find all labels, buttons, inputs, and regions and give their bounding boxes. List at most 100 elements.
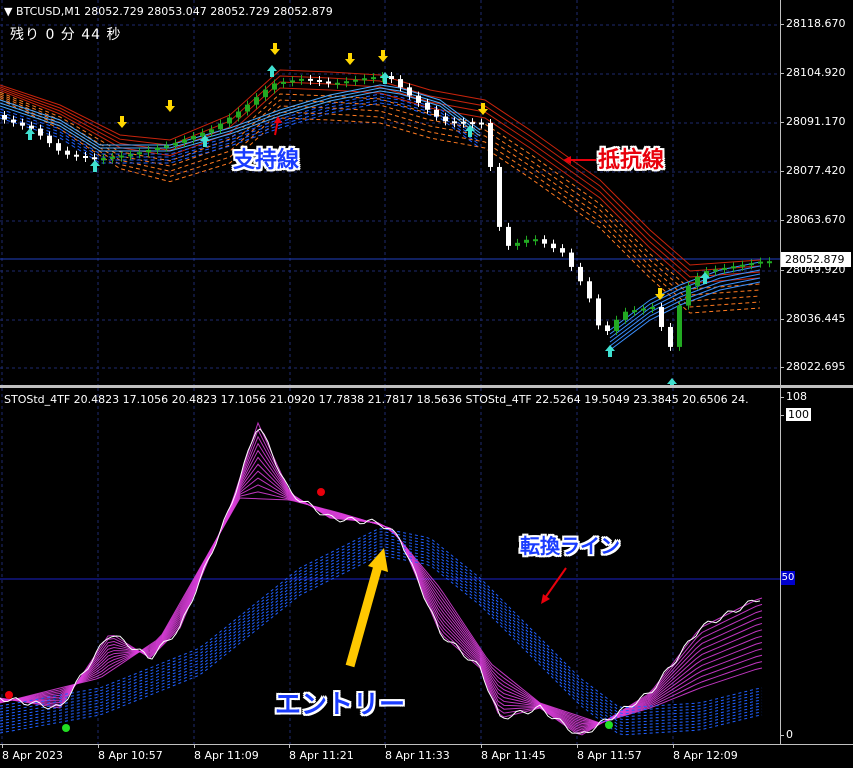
time-axis[interactable]: 8 Apr 2023 8 Apr 10:57 8 Apr 11:09 8 Apr… [0, 744, 853, 768]
candle-body [767, 261, 772, 264]
candle-body [101, 158, 106, 161]
turn-line-pointer-icon [541, 594, 550, 604]
chart-header: ▼ BTCUSD,M1 28052.729 28053.047 28052.72… [4, 5, 333, 18]
candle-body [227, 117, 232, 124]
turn-line-label: 転換ライン [520, 534, 620, 558]
candle-body [299, 78, 304, 81]
time-label: 8 Apr 10:57 [98, 744, 163, 762]
candle-body [128, 154, 133, 157]
resistance-band-line [0, 87, 761, 284]
candle-body [506, 226, 511, 246]
time-label: 8 Apr 2023 [2, 744, 64, 762]
signal-dot [5, 691, 13, 699]
resistance-band-line [0, 98, 761, 314]
down-arrow-signal-icon [117, 116, 127, 128]
candle-body [92, 157, 97, 160]
candle-body [470, 122, 475, 125]
candle-body [740, 264, 745, 267]
candle-body [632, 310, 637, 313]
candle-body [641, 308, 646, 311]
resistance-band-line [0, 97, 761, 308]
candle-body [335, 82, 340, 85]
turn-line-pointer-icon [544, 567, 567, 599]
candle-body [695, 276, 700, 286]
bar-countdown-timer: 残り 0 分 44 秒 [10, 27, 122, 43]
candle-body [650, 307, 655, 310]
price-tick: 28091.170 [780, 115, 846, 128]
candle-body [731, 266, 736, 269]
candle-body [614, 319, 619, 332]
down-arrow-signal-icon [345, 53, 355, 65]
time-label: 8 Apr 12:09 [673, 744, 738, 762]
candle-body [146, 149, 151, 153]
candle-body [308, 78, 313, 81]
candle-body [200, 132, 205, 137]
candle-body [317, 80, 322, 83]
candle-body [623, 311, 628, 320]
support-line-label: 支持線 [233, 148, 300, 173]
price-chart-canvas [0, 0, 780, 385]
support-band-line [609, 281, 761, 351]
candle-body [182, 139, 187, 143]
candle-body [605, 325, 610, 332]
down-arrow-signal-icon [165, 100, 175, 112]
candle-body [677, 305, 682, 347]
candle-body [587, 281, 592, 299]
candle-body [2, 115, 7, 120]
candle-body [290, 80, 295, 83]
down-arrow-signal-icon [270, 43, 280, 55]
candle-body [155, 147, 160, 150]
candle-body [371, 77, 376, 80]
candle-body [38, 128, 43, 136]
candle-body [137, 152, 142, 155]
signal-dot [62, 724, 70, 732]
candle-body [110, 156, 115, 159]
candle-body [443, 116, 448, 122]
candle-body [272, 83, 277, 90]
candle-body [749, 263, 754, 266]
up-arrow-signal-icon [25, 128, 35, 140]
candle-body [722, 267, 727, 270]
up-arrow-signal-icon [667, 378, 677, 385]
up-arrow-signal-icon [380, 72, 390, 84]
candle-body [542, 239, 547, 244]
candle-body [659, 307, 664, 327]
price-axis[interactable]: 28118.670 28104.920 28091.170 28077.420 … [780, 0, 853, 385]
candle-body [209, 129, 214, 133]
candle-body [236, 111, 241, 118]
time-label: 8 Apr 11:21 [289, 744, 354, 762]
candle-body [524, 239, 529, 243]
osc-tick: 108 [780, 390, 807, 403]
candle-body [668, 326, 673, 347]
time-label: 8 Apr 11:57 [577, 744, 642, 762]
candle-body [74, 154, 79, 157]
candle-body [11, 119, 16, 123]
current-price-tag: 28052.879 [781, 252, 851, 267]
oscillator-axis[interactable]: 108 100 0 [780, 388, 853, 744]
candle-body [56, 143, 61, 151]
candle-body [407, 87, 412, 96]
candle-body [461, 121, 466, 124]
osc-tick: 0 [780, 728, 793, 741]
candle-body [164, 145, 169, 148]
candle-body [452, 121, 457, 124]
candle-body [281, 81, 286, 84]
support-band-line [609, 265, 761, 335]
entry-arrow-icon [345, 564, 383, 668]
candle-body [353, 79, 358, 82]
resistance-band-line [0, 81, 761, 278]
time-label: 8 Apr 11:33 [385, 744, 450, 762]
price-tick: 28104.920 [780, 66, 846, 79]
support-band-line [609, 269, 761, 339]
price-chart-pane[interactable] [0, 0, 780, 385]
candle-body [29, 125, 34, 129]
candle-body [758, 261, 763, 264]
candle-body [83, 155, 88, 158]
candle-body [263, 89, 268, 98]
candle-body [119, 155, 124, 158]
candle-body [173, 142, 178, 146]
candle-body [515, 242, 520, 246]
collapse-triangle-icon[interactable]: ▼ [4, 5, 12, 18]
support-pointer-arrow-icon [274, 116, 282, 123]
candle-body [686, 285, 691, 306]
